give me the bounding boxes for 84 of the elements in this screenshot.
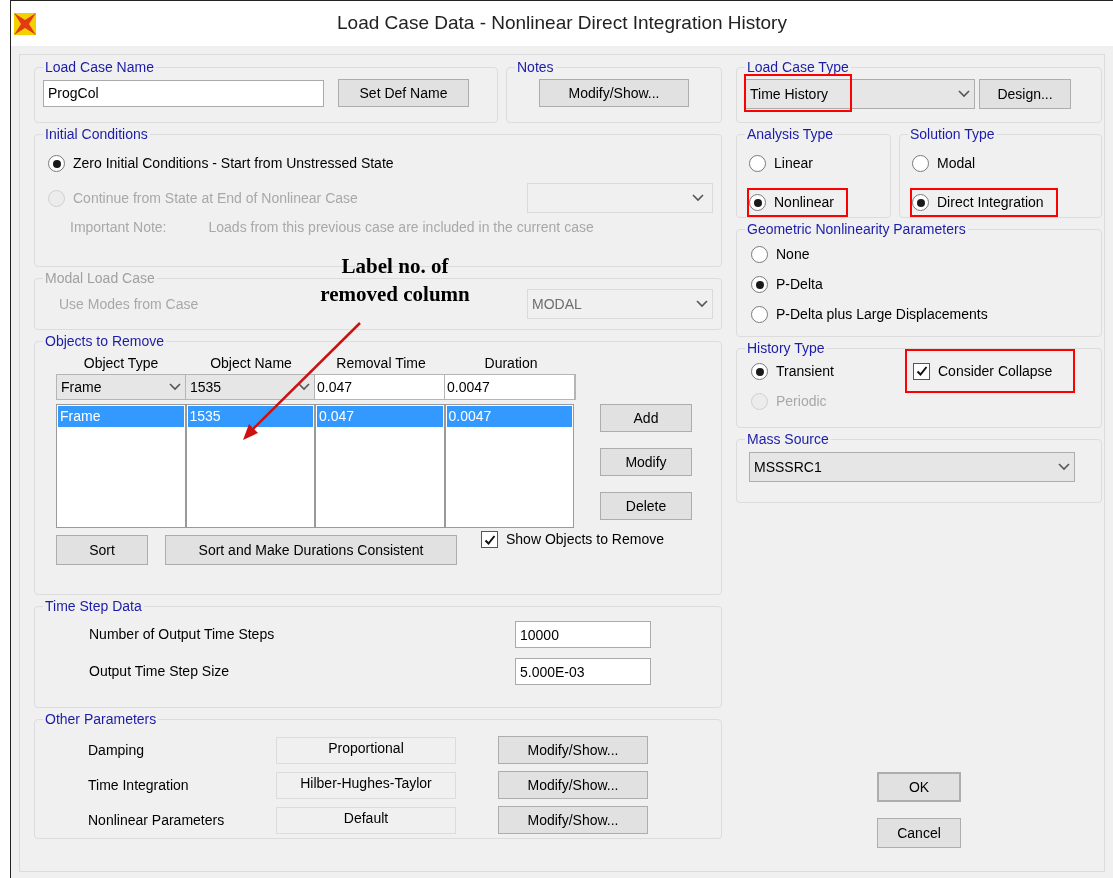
parameter-value: Default [276,806,456,834]
radio-button[interactable] [912,155,929,172]
group-title: Solution Type [909,125,996,144]
dialog-button[interactable]: Sort [56,535,148,565]
dialog-button[interactable]: Sort and Make Durations Consistent [165,535,457,565]
group-title: Load Case Name [44,58,155,77]
dialog-button[interactable]: Set Def Name [338,79,469,107]
dialog-button[interactable]: Modify/Show... [498,771,648,799]
group-title: History Type [746,339,826,358]
chevron-down-icon [696,300,708,308]
dialog-button[interactable]: Modify/Show... [539,79,689,107]
checkbox[interactable] [913,362,930,380]
value-field[interactable]: 5.000E-03 [515,658,651,685]
option-label: Modal [937,154,976,173]
group-title: Modal Load Case [44,269,156,288]
chevron-down-icon [169,383,181,391]
dialog-button[interactable]: Modify/Show... [498,806,648,834]
checkbox-label: Show Objects to Remove [506,530,664,549]
checkmark-icon [915,365,928,377]
group-title: Time Step Data [44,597,143,616]
radio-button[interactable] [912,194,929,211]
option-label: Periodic [776,392,827,411]
option-label: Linear [774,154,813,173]
option-label: P-Delta plus Large Displacements [776,305,988,324]
group-title: Mass Source [746,430,830,449]
chevron-down-icon [1058,463,1070,471]
chevron-down-icon [958,90,970,98]
dialog-button[interactable]: Cancel [877,818,961,848]
checkbox-label: Consider Collapse [938,361,1053,381]
column-header: Object Type [82,354,160,373]
group-title: Geometric Nonlinearity Parameters [746,220,967,239]
note-text: Loads from this previous case are included in the current case [208,218,594,237]
parameter-value: Hilber-Hughes-Taylor [276,771,456,799]
entry-dropdown[interactable]: Frame [57,375,186,399]
option-label: Transient [776,362,834,381]
radio-button[interactable] [749,155,766,172]
option-label: Zero Initial Conditions - Start from Unstressed State [73,154,394,173]
checkmark-icon [483,533,496,546]
annotation-text: Label no. of removed column [319,253,471,308]
entry-field[interactable]: 0.047 [315,375,445,399]
name-field[interactable]: ProgCol [43,79,324,107]
option-label: None [776,245,810,264]
radio-button[interactable] [48,155,65,172]
radio-button[interactable] [749,194,766,211]
parameter-label: Time Integration [88,775,190,795]
radio-button[interactable] [751,276,768,293]
option-label: Direct Integration [937,193,1044,212]
entry-dropdown[interactable]: 1535 [186,375,315,399]
radio-button[interactable] [751,246,768,263]
dialog-button[interactable]: Modify [600,448,692,476]
column-header: Object Name [209,354,293,373]
mass-source-dropdown[interactable]: MSSSRC1 [749,452,1075,482]
column-header: Removal Time [335,354,427,373]
parameter-label: Nonlinear Parameters [88,810,226,830]
group-title: Notes [516,58,555,77]
field-label: Output Time Step Size [89,662,231,681]
dialog-button[interactable]: OK [877,772,961,802]
group-title: Load Case Type [746,58,850,77]
dialog-button[interactable]: Modify/Show... [498,736,648,764]
parameter-label: Damping [88,740,146,760]
checkbox[interactable] [481,531,498,548]
value-field[interactable]: 10000 [515,621,651,648]
field-label: Number of Output Time Steps [89,625,276,644]
window-title: Load Case Data - Nonlinear Direct Integration History [336,11,788,36]
radio-button[interactable] [751,363,768,380]
parameter-value: Proportional [276,736,456,764]
dialog-button[interactable]: Delete [600,492,692,520]
option-label: P-Delta [776,275,823,294]
entry-field[interactable]: 0.0047 [445,375,575,399]
chevron-down-icon [298,383,310,391]
column-header: Duration [483,354,539,373]
dialog-button[interactable]: Design... [979,79,1071,109]
dialog-button[interactable]: Add [600,404,692,432]
radio-button[interactable] [751,306,768,323]
chevron-down-icon [692,194,704,202]
group-title: Objects to Remove [44,332,166,351]
option-label: Nonlinear [774,193,834,212]
group-title: Initial Conditions [44,125,149,144]
group-title: Analysis Type [746,125,835,144]
note-label: Important Note: [70,218,167,237]
app-logo-icon [13,11,37,36]
modes-label: Use Modes from Case [59,294,199,314]
option-label: Continue from State at End of Nonlinear Case [73,188,358,208]
group-title: Other Parameters [44,710,158,729]
